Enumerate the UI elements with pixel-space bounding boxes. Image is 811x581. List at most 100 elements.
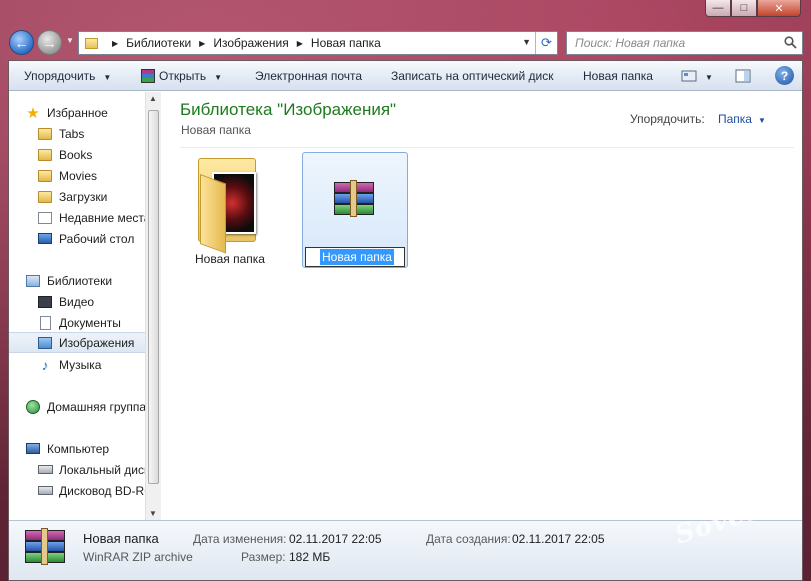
arrow-right-icon: → [42,34,57,51]
open-button[interactable]: Открыть ▼ [141,69,222,83]
folder-icon [85,37,98,49]
help-button[interactable]: ? [775,66,794,85]
open-label: Открыть [159,69,207,83]
file-item-folder[interactable]: Новая папка [182,154,278,266]
arrange-by-value: Папка [718,112,752,126]
organize-label: Упорядочить [24,69,96,83]
chevron-down-icon: ▼ [214,73,223,82]
breadcrumb-separator-icon[interactable]: ▶ [297,39,303,48]
arrange-by-dropdown[interactable]: Папка ▼ [718,112,766,126]
address-history-dropdown[interactable]: ▼ [522,37,531,47]
view-options-icon [681,70,697,82]
winrar-archive-icon [25,528,65,565]
views-button[interactable]: ▼ [681,69,713,83]
music-library-icon: ♪ [41,356,49,373]
recent-pages-dropdown[interactable]: ▼ [66,36,74,45]
library-title: Библиотека "Изображения" [180,100,397,119]
nav-label: Загрузки [59,189,108,204]
minimize-button[interactable]: — [705,0,731,17]
nav-label: Библиотеки [47,273,113,288]
navigation-bar: ← → ▼ ▶ Библиотеки ▶ Изображения ▶ Новая… [8,28,803,56]
recent-places-icon [37,211,53,225]
nav-item-music[interactable]: ♪ Музыка [37,354,145,375]
nav-label: Избранное [47,105,108,120]
preview-pane-icon [735,69,751,83]
scroll-up-icon[interactable]: ▲ [149,94,157,103]
details-created-label: Дата создания: [426,532,511,546]
details-size-label: Размер: [241,550,286,564]
nav-label: Books [59,147,93,162]
downloads-folder-icon [37,190,53,204]
nav-label: Рабочий стол [59,231,135,246]
library-subtitle: Новая папка [181,123,251,137]
scrollbar-thumb[interactable] [148,110,159,484]
documents-library-icon [37,315,53,330]
folder-icon [37,169,53,183]
nav-item-books[interactable]: Books [37,144,145,165]
nav-item-tabs[interactable]: Tabs [37,123,145,144]
rename-selected-text: Новая папка [320,249,394,265]
nav-label: Локальный диск (C:) [59,462,145,477]
details-file-type: WinRAR ZIP archive [83,550,193,564]
organize-button[interactable]: Упорядочить ▼ [24,69,111,83]
optical-drive-icon [37,484,53,498]
file-item-archive-selected[interactable]: Новая папка [302,152,408,268]
nav-item-downloads[interactable]: Загрузки [37,186,145,207]
arrange-by-label: Упорядочить: [630,112,705,126]
nav-item-local-disk[interactable]: Локальный диск (C:) [37,459,145,480]
maximize-button[interactable]: □ [731,0,757,17]
refresh-icon: ⟳ [541,35,552,50]
nav-item-movies[interactable]: Movies [37,165,145,186]
folder-icon [198,156,264,254]
nav-label: Movies [59,168,98,183]
scroll-down-icon[interactable]: ▼ [149,509,157,518]
chevron-down-icon: ▼ [103,73,112,82]
nav-favorites[interactable]: ★ Избранное [25,102,145,123]
nav-label: Недавние места [59,210,145,225]
hard-drive-icon [37,463,53,477]
nav-item-desktop[interactable]: Рабочий стол [37,228,145,249]
file-list-pane: Библиотека "Изображения" Новая папка Упо… [162,92,802,520]
nav-computer[interactable]: Компьютер [25,438,145,459]
breadcrumb-separator-icon[interactable]: ▶ [199,39,205,48]
folder-icon [37,127,53,141]
nav-item-bd-rom[interactable]: Дисковод BD-ROM [37,480,145,501]
new-folder-button[interactable]: Новая папка [583,69,653,83]
nav-label: Изображения [59,335,135,350]
details-modified-value: 02.11.2017 22:05 [289,532,382,546]
navigation-pane-scrollbar[interactable]: ▲ ▼ [145,92,161,520]
nav-item-video[interactable]: Видео [37,291,145,312]
homegroup-icon [25,399,41,414]
rename-input[interactable]: Новая папка [305,247,405,267]
breadcrumb-separator-icon[interactable]: ▶ [112,39,118,48]
preview-pane-button[interactable] [735,69,751,86]
breadcrumb-libraries[interactable]: Библиотеки [126,36,191,50]
search-icon [784,36,797,49]
nav-label: Компьютер [47,441,110,456]
nav-homegroup[interactable]: Домашняя группа [25,396,145,417]
desktop-icon [37,232,53,246]
breadcrumb-images[interactable]: Изображения [213,36,288,50]
back-button[interactable]: ← [9,30,34,55]
search-input[interactable]: Поиск: Новая папка [566,31,803,55]
address-bar[interactable]: ▶ Библиотеки ▶ Изображения ▶ Новая папка… [78,31,558,55]
breadcrumb-new-folder[interactable]: Новая папка [311,36,381,50]
nav-label: Музыка [59,357,102,372]
forward-button[interactable]: → [37,30,62,55]
divider [180,147,794,148]
burn-disc-button[interactable]: Записать на оптический диск [391,69,554,83]
nav-libraries[interactable]: Библиотеки [25,270,145,291]
navigation-pane: ★ Избранное Tabs Books Movies Загрузки Не… [9,92,145,520]
nav-label: Видео [59,294,95,309]
chevron-down-icon: ▼ [705,73,713,82]
nav-item-images[interactable]: Изображения [9,332,145,353]
nav-label: Документы [59,315,121,330]
email-button[interactable]: Электронная почта [255,69,362,83]
nav-label: Дисковод BD-ROM [59,483,145,498]
nav-item-documents[interactable]: Документы [37,312,145,333]
refresh-button[interactable]: ⟳ [535,32,557,54]
close-button[interactable]: ✕ [757,0,801,17]
nav-item-recent-places[interactable]: Недавние места [37,207,145,228]
details-created-value: 02.11.2017 22:05 [512,532,605,546]
file-item-label: Новая папка [195,252,265,266]
